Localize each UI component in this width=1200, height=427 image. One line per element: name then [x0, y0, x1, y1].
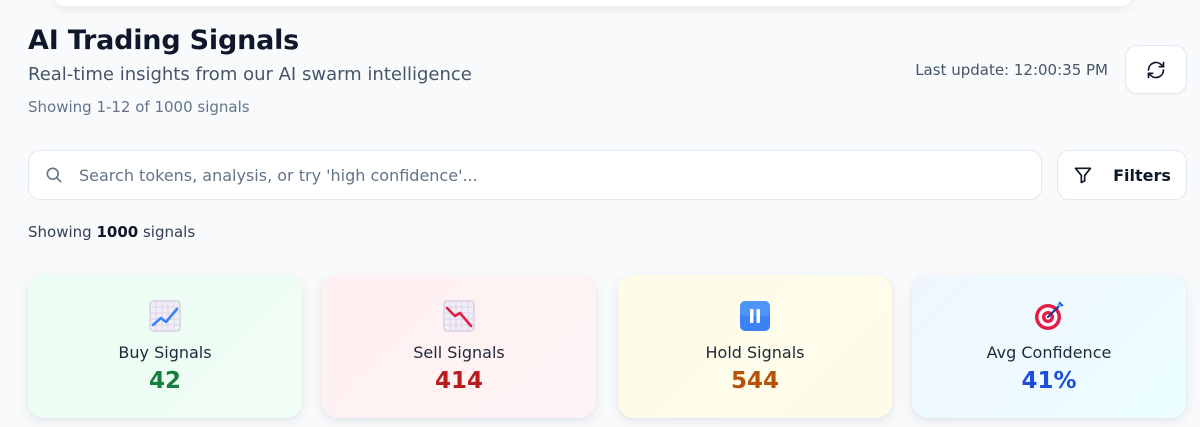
stat-value-hold: 544 — [730, 368, 779, 394]
stat-value-sell: 414 — [434, 368, 483, 394]
stat-value-buy: 42 — [148, 368, 181, 394]
pause-icon — [740, 301, 770, 331]
stat-card-hold: Hold Signals 544 — [618, 275, 892, 418]
stat-card-sell: Sell Signals 414 — [322, 275, 596, 418]
trading-signals-page: AI Trading Signals Real-time insights fr… — [0, 0, 1200, 427]
pagination-range: Showing 1-12 of 1000 signals — [28, 98, 250, 116]
last-update-text: Last update: 12:00:35 PM — [915, 61, 1108, 79]
stat-card-confidence: Avg Confidence 41% — [912, 275, 1186, 418]
stat-value-confidence: 41% — [1021, 368, 1077, 394]
stat-label-confidence: Avg Confidence — [986, 343, 1112, 362]
stat-card-buy: Buy Signals 42 — [28, 275, 302, 418]
search-bar — [28, 150, 1042, 200]
refresh-icon — [1147, 61, 1165, 78]
target-icon — [1035, 301, 1064, 330]
search-input[interactable] — [79, 165, 1041, 185]
results-count: Showing 1000 signals — [28, 223, 195, 241]
page-title: AI Trading Signals — [28, 25, 300, 56]
results-suffix: signals — [142, 223, 196, 241]
results-number: 1000 — [96, 223, 139, 241]
filters-label: Filters — [1113, 165, 1171, 185]
chart-increasing-icon — [149, 300, 181, 332]
refresh-button[interactable] — [1125, 45, 1187, 94]
stat-label-hold: Hold Signals — [705, 343, 805, 362]
top-card-edge — [54, 0, 1132, 6]
stat-label-sell: Sell Signals — [413, 343, 505, 362]
search-icon — [44, 165, 64, 185]
chart-decreasing-icon — [443, 300, 475, 332]
results-prefix: Showing — [28, 223, 92, 241]
stat-label-buy: Buy Signals — [118, 343, 212, 362]
filter-icon — [1074, 167, 1092, 184]
page-subtitle: Real-time insights from our AI swarm int… — [28, 64, 472, 85]
filters-button[interactable]: Filters — [1057, 150, 1187, 200]
